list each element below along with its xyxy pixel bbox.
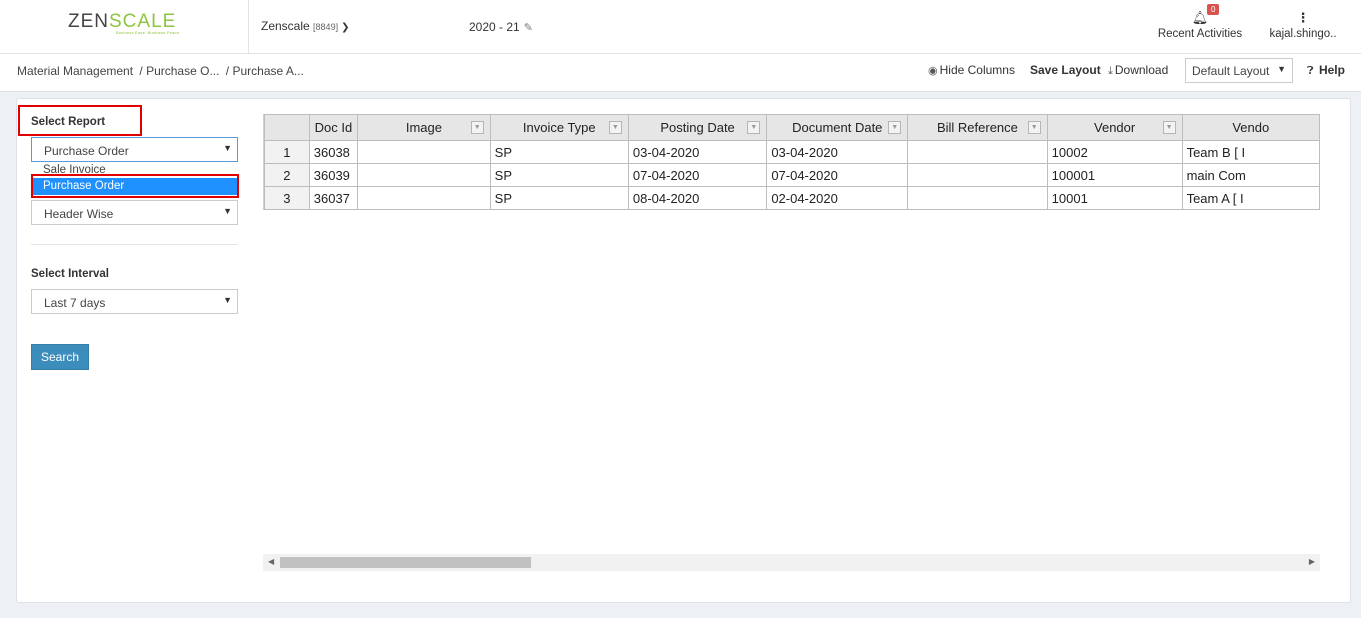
column-header-doc-id[interactable]: Doc Id (308, 114, 359, 141)
table-row[interactable]: 3 36037 SP 08-04-2020 02-04-2020 10001 T… (264, 186, 1320, 210)
recent-activities-button[interactable]: 🔔︎ 0 Recent Activities (1157, 4, 1243, 40)
cell-bill-reference[interactable] (907, 186, 1048, 210)
table-header-row: Doc Id Image ▼ Invoice Type ▼ Posting Date… (264, 114, 1320, 141)
row-number: 2 (264, 163, 310, 187)
fiscal-year[interactable]: 2020 - 21 ✎ (469, 20, 533, 34)
filter-icon[interactable]: ▼ (1027, 121, 1041, 134)
horizontal-scrollbar[interactable]: ◀ ▶ (263, 554, 1320, 571)
cell-vendor[interactable]: 10001 (1046, 186, 1183, 210)
cell-vendor[interactable]: 100001 (1046, 163, 1183, 187)
caret-down-icon: ▼ (223, 295, 232, 305)
filter-icon[interactable]: ▼ (888, 121, 902, 134)
eye-slash-icon: ◉ (928, 65, 938, 77)
row-number: 1 (264, 140, 310, 164)
filter-icon[interactable]: ▼ (747, 121, 761, 134)
cell-document-date[interactable]: 02-04-2020 (766, 186, 909, 210)
cell-invoice-type[interactable]: SP (489, 186, 629, 210)
cell-doc-id[interactable]: 36037 (308, 186, 359, 210)
company-selector[interactable]: Zenscale [8849] ❯ (261, 19, 349, 33)
bell-icon: 🔔︎ (1191, 10, 1209, 25)
layout-select[interactable]: Default Layout ▼ (1185, 58, 1293, 83)
cell-doc-id[interactable]: 36038 (308, 140, 359, 164)
breadcrumb-item[interactable]: Material Management (17, 64, 133, 78)
cell-vendor-name[interactable]: main Com (1181, 163, 1320, 187)
report-select[interactable]: Purchase Order ▼ (31, 137, 238, 162)
help-button[interactable]: ❓︎ Help (1307, 63, 1345, 78)
recent-activities-label: Recent Activities (1157, 28, 1243, 40)
cell-posting-date[interactable]: 03-04-2020 (627, 140, 768, 164)
row-number-header (264, 114, 310, 141)
table-row[interactable]: 1 36038 SP 03-04-2020 03-04-2020 10002 T… (264, 140, 1320, 164)
cell-document-date[interactable]: 07-04-2020 (766, 163, 909, 187)
sub-header: Material Management / Purchase O... / Pu… (0, 54, 1361, 92)
download-button[interactable]: ⤓ Download (1108, 63, 1168, 78)
interval-select[interactable]: Last 7 days ▼ (31, 289, 238, 314)
report-grid: Doc Id Image ▼ Invoice Type ▼ Posting Date… (263, 114, 1320, 210)
user-menu[interactable]: ⋮ kajal.shingo.. (1268, 10, 1338, 40)
user-name: kajal.shingo.. (1269, 28, 1337, 40)
fiscal-year-label: 2020 - 21 (469, 20, 520, 34)
cell-document-date[interactable]: 03-04-2020 (766, 140, 909, 164)
caret-down-icon: ▼ (223, 143, 232, 153)
logo-area: ZENSCALE Business Ease. Business Peace. (0, 0, 249, 54)
purchase-order-highlight (31, 174, 239, 198)
caret-down-icon: ▼ (1277, 64, 1286, 74)
download-icon: ⤓ (1108, 65, 1113, 77)
column-header-document-date[interactable]: Document Date ▼ (766, 114, 909, 141)
company-code: [8849] (313, 22, 339, 32)
column-header-image[interactable]: Image ▼ (357, 114, 491, 141)
vertical-dots-icon: ⋮ (1296, 10, 1310, 25)
divider (31, 244, 238, 245)
cell-image[interactable] (357, 140, 491, 164)
column-header-bill-reference[interactable]: Bill Reference ▼ (907, 114, 1048, 141)
question-circle-icon: ❓︎ (1307, 65, 1314, 77)
table-row[interactable]: 2 36039 SP 07-04-2020 07-04-2020 100001 … (264, 163, 1320, 187)
cell-bill-reference[interactable] (907, 163, 1048, 187)
filter-icon[interactable]: ▼ (1162, 121, 1176, 134)
breadcrumb-item[interactable]: / Purchase O... (139, 64, 219, 78)
cell-image[interactable] (357, 163, 491, 187)
caret-down-icon: ▼ (223, 206, 232, 216)
cell-vendor-name[interactable]: Team A [ I (1181, 186, 1320, 210)
select-interval-label: Select Interval (31, 268, 109, 280)
filter-icon[interactable]: ▼ (470, 121, 484, 134)
edit-icon[interactable]: ✎ (524, 22, 533, 34)
cell-doc-id[interactable]: 36039 (308, 163, 359, 187)
top-header: ZENSCALE Business Ease. Business Peace. … (0, 0, 1361, 54)
column-header-vendor-name[interactable]: Vendo (1181, 114, 1320, 141)
cell-vendor[interactable]: 10002 (1046, 140, 1183, 164)
cell-bill-reference[interactable] (907, 140, 1048, 164)
column-header-vendor[interactable]: Vendor ▼ (1046, 114, 1183, 141)
report-table: Doc Id Image ▼ Invoice Type ▼ Posting Date… (264, 114, 1320, 210)
cell-posting-date[interactable]: 08-04-2020 (627, 186, 768, 210)
scroll-left-arrow-icon[interactable]: ◀ (268, 557, 274, 566)
cell-posting-date[interactable]: 07-04-2020 (627, 163, 768, 187)
breadcrumb-item[interactable]: / Purchase A... (226, 64, 304, 78)
search-button[interactable]: Search (31, 344, 89, 370)
cell-invoice-type[interactable]: SP (489, 140, 629, 164)
column-header-posting-date[interactable]: Posting Date ▼ (627, 114, 768, 141)
company-name: Zenscale (261, 19, 310, 33)
row-number: 3 (264, 186, 310, 210)
column-header-invoice-type[interactable]: Invoice Type ▼ (489, 114, 629, 141)
cell-invoice-type[interactable]: SP (489, 163, 629, 187)
cell-image[interactable] (357, 186, 491, 210)
save-layout-button[interactable]: Save Layout (1030, 63, 1101, 77)
select-report-label: Select Report (31, 116, 106, 128)
wise-select[interactable]: Header Wise ▼ (31, 200, 238, 225)
scrollbar-thumb[interactable] (280, 557, 531, 568)
scroll-right-arrow-icon[interactable]: ▶ (1309, 557, 1315, 566)
notification-badge: 0 (1207, 4, 1220, 15)
hide-columns-button[interactable]: ◉ Hide Columns (928, 63, 1015, 77)
logo-tagline: Business Ease. Business Peace. (116, 30, 181, 35)
cell-vendor-name[interactable]: Team B [ I (1181, 140, 1320, 164)
breadcrumb: Material Management / Purchase O... / Pu… (17, 64, 307, 78)
chevron-down-icon: ❯ (341, 22, 350, 33)
filter-icon[interactable]: ▼ (608, 121, 622, 134)
